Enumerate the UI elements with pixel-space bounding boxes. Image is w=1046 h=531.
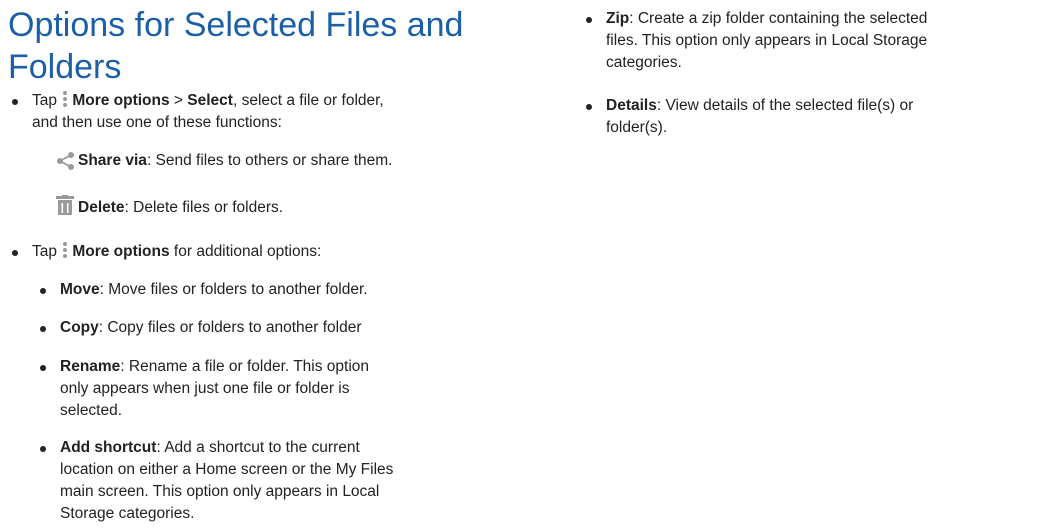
bullet-text: Tap More options > Select, select a file… — [32, 90, 384, 109]
bullet-dot — [40, 365, 46, 371]
bullet-dot — [40, 326, 46, 332]
bullet-dot — [40, 288, 46, 294]
trash-icon — [56, 195, 74, 220]
delete-label: Delete — [78, 199, 125, 216]
bullet-text-line2: and then use one of these functions: — [32, 114, 282, 131]
page-title: Options for Selected Files and Folders — [8, 6, 464, 86]
bullet-dot — [586, 17, 592, 23]
more-options-icon — [63, 90, 68, 108]
more-options-icon — [63, 241, 68, 259]
share-label: Share via — [78, 152, 147, 169]
share-icon — [56, 152, 76, 175]
bullet-dot — [12, 250, 18, 256]
bullet-dot — [586, 104, 592, 110]
bullet-dot — [40, 446, 46, 452]
bullet-dot — [12, 99, 18, 105]
